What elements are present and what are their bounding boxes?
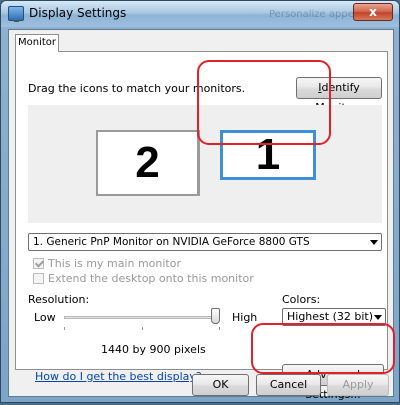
chevron-down-icon: [374, 315, 382, 320]
best-display-help-link[interactable]: How do I get the best display?: [35, 370, 202, 383]
colors-select-value: Highest (32 bit): [287, 310, 374, 323]
slider-tick: [219, 327, 220, 330]
monitor-select[interactable]: 1. Generic PnP Monitor on NVIDIA GeForce…: [28, 233, 382, 251]
slider-tick: [64, 327, 65, 330]
main-monitor-checkbox-row[interactable]: This is my main monitor: [33, 257, 181, 270]
monitor-2-icon[interactable]: 2: [96, 130, 200, 196]
window-title: Display Settings: [29, 6, 127, 20]
tab-monitor[interactable]: Monitor: [15, 34, 59, 52]
close-button[interactable]: x: [353, 3, 393, 21]
resolution-high-label: High: [232, 311, 258, 324]
monitor-select-value: 1. Generic PnP Monitor on NVIDIA GeForce…: [33, 236, 310, 248]
cancel-button[interactable]: Cancel: [256, 374, 321, 396]
resolution-slider-track[interactable]: [64, 316, 220, 319]
advanced-settings-highlight-annotation: [251, 323, 395, 374]
display-settings-window: Display Settings Personalize appea... x …: [0, 0, 400, 403]
resolution-slider-thumb[interactable]: [211, 308, 220, 324]
main-monitor-checkbox[interactable]: [33, 258, 44, 269]
apply-button[interactable]: Apply: [327, 374, 389, 396]
title-bar[interactable]: Display Settings Personalize appea... x: [1, 1, 399, 27]
monitor-1-highlight-annotation: [197, 60, 331, 145]
main-monitor-checkbox-label: This is my main monitor: [48, 257, 181, 270]
close-icon: x: [369, 5, 377, 19]
resolution-value: 1440 by 900 pixels: [101, 343, 206, 356]
extend-desktop-checkbox-label: Extend the desktop onto this monitor: [48, 272, 254, 285]
ok-button[interactable]: OK: [192, 374, 249, 396]
extend-desktop-checkbox-row[interactable]: Extend the desktop onto this monitor: [33, 272, 254, 285]
resolution-low-label: Low: [34, 311, 56, 324]
display-settings-icon: [8, 6, 24, 22]
chevron-down-icon: [370, 240, 378, 245]
slider-tick: [142, 327, 143, 330]
colors-label: Colors:: [282, 293, 321, 306]
resolution-label: Resolution:: [28, 293, 90, 306]
extend-desktop-checkbox[interactable]: [33, 273, 44, 284]
